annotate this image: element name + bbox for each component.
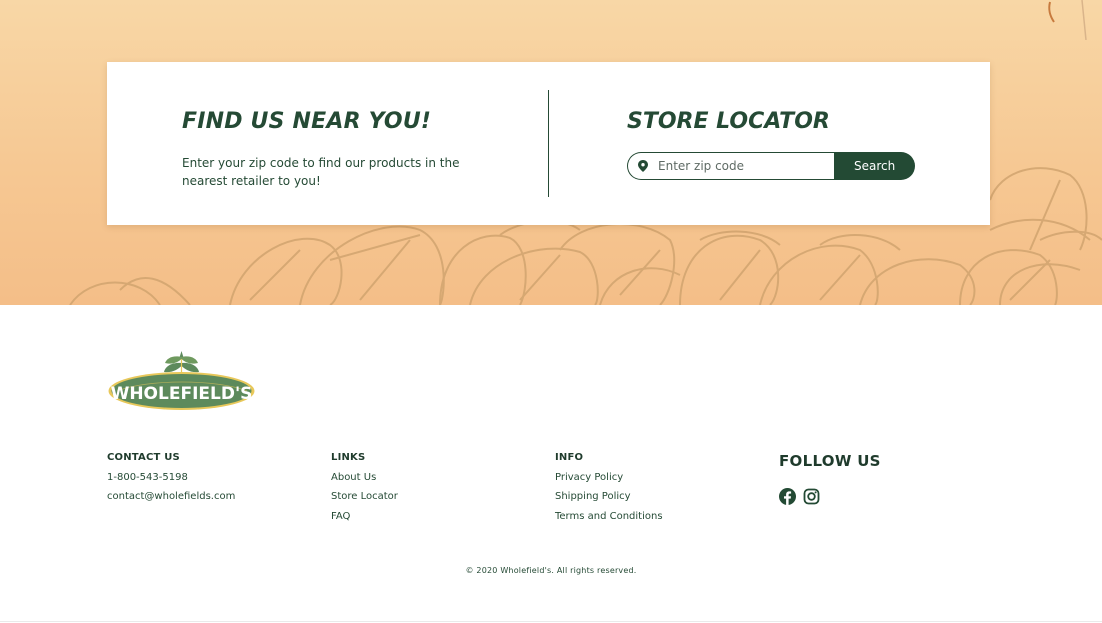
footer-link-faq[interactable]: FAQ (331, 510, 398, 524)
footer-link-about-us[interactable]: About Us (331, 471, 398, 485)
map-pin-icon (638, 160, 648, 172)
footer-link-terms[interactable]: Terms and Conditions (555, 510, 663, 524)
contact-column: CONTACT US 1-800-543-5198 contact@wholef… (107, 451, 235, 504)
facebook-icon[interactable] (779, 488, 796, 505)
footer-link-shipping-policy[interactable]: Shipping Policy (555, 490, 663, 504)
contact-heading: CONTACT US (107, 452, 180, 463)
find-us-title: FIND US NEAR YOU! (182, 109, 432, 134)
contact-phone[interactable]: 1-800-543-5198 (107, 471, 235, 485)
locator-card: FIND US NEAR YOU! Enter your zip code to… (107, 62, 990, 225)
store-locator-title: STORE LOCATOR (627, 109, 830, 134)
zip-search-form: Search (627, 152, 915, 180)
herb-sprig-decoration (1048, 0, 1087, 40)
info-heading: INFO (555, 452, 584, 463)
logo-text: WHOLEFIELD'S (111, 384, 253, 404)
contact-email[interactable]: contact@wholefields.com (107, 490, 235, 504)
links-column: LINKS About Us Store Locator FAQ (331, 451, 398, 524)
copyright-text: © 2020 Wholefield's. All rights reserved… (465, 566, 637, 575)
zip-input-box[interactable] (627, 152, 835, 180)
footer-link-store-locator[interactable]: Store Locator (331, 490, 398, 504)
info-column: INFO Privacy Policy Shipping Policy Term… (555, 451, 663, 524)
store-locator-banner: FIND US NEAR YOU! Enter your zip code to… (0, 0, 1102, 305)
follow-us-heading: FOLLOW US (779, 452, 881, 470)
zip-code-input[interactable] (658, 154, 818, 178)
search-button[interactable]: Search (834, 152, 915, 180)
links-heading: LINKS (331, 452, 366, 463)
instagram-icon[interactable] (803, 488, 820, 505)
card-divider (548, 90, 549, 197)
find-us-description: Enter your zip code to find our products… (182, 156, 460, 188)
bottom-divider (0, 621, 1102, 622)
wholefields-logo[interactable]: WHOLEFIELD'S (107, 349, 256, 413)
footer-link-privacy-policy[interactable]: Privacy Policy (555, 471, 663, 485)
